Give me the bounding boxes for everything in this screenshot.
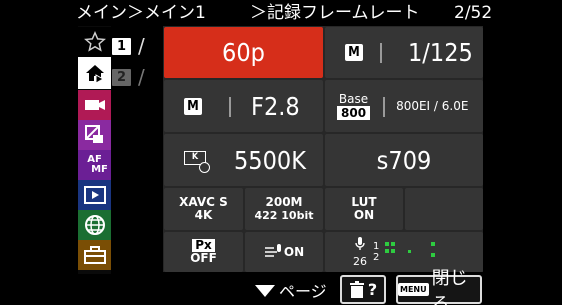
level-meter-dot (408, 250, 411, 253)
wind-filter-cell[interactable]: ON (245, 232, 323, 272)
frame-rate-value: 60p (222, 38, 265, 67)
aperture-value: F2.8 (251, 91, 300, 121)
sub-tab-1-number: 1 (112, 37, 131, 55)
shutter-cell[interactable]: M 1/125 (325, 27, 483, 78)
network-icon[interactable] (78, 210, 111, 240)
base-label: Base (338, 92, 369, 106)
page-label: ページ (279, 282, 327, 301)
page-nav-icon (253, 283, 279, 297)
bitrate-line1: 200M (265, 195, 303, 209)
bitrate-line2: 422 10bit (254, 209, 314, 222)
aperture-mode-badge: M (184, 97, 202, 115)
channel-1-label: 1 (373, 241, 380, 252)
page-counter: 2/52 (454, 3, 493, 23)
divider (229, 97, 231, 117)
white-balance-value: 5500K (234, 145, 306, 175)
slash-icon: / (138, 34, 145, 58)
codec-line2: 4K (194, 208, 213, 222)
channel-2-label: 2 (373, 252, 380, 263)
frame-rate-cell[interactable]: 60p (164, 27, 323, 78)
help-label: ? (367, 280, 378, 299)
level-meter-left (385, 242, 397, 262)
afmf-icon[interactable]: AF MF (78, 150, 111, 180)
codec-cell[interactable]: XAVC S 4K (164, 188, 243, 230)
base-value: 800 (337, 106, 371, 120)
base-iso-cell[interactable]: Base 800 800EI / 6.0E (325, 80, 483, 132)
wind-filter-value: ON (283, 244, 305, 259)
slash-icon: / (138, 65, 145, 89)
delete-help-button[interactable]: ? (340, 275, 386, 304)
star-icon[interactable] (78, 27, 111, 57)
white-balance-cell[interactable]: K 5500K (164, 134, 323, 186)
wb-icon: K (184, 151, 210, 173)
wind-icon (264, 243, 282, 261)
bitrate-cell[interactable]: 200M 422 10bit (245, 188, 323, 230)
movie-icon[interactable] (78, 90, 111, 120)
shutter-speed-value: 1/125 (408, 38, 473, 67)
picture-icon[interactable] (78, 120, 111, 150)
trash-icon (349, 280, 365, 299)
base-badge: Base 800 (337, 92, 371, 120)
base-ei-value: 800EI / 6.0E (396, 99, 469, 113)
play-icon[interactable] (78, 180, 111, 210)
sub-tab-1[interactable]: 1 / (112, 31, 162, 61)
header-bar: メイン＞メイン1 ＞記録フレームレート 2/52 (0, 0, 562, 26)
breadcrumb: メイン＞メイン1 (76, 3, 206, 23)
proxy-value: OFF (190, 251, 217, 265)
picture-profile-cell[interactable]: s709 (325, 134, 483, 186)
toolbox-icon[interactable] (78, 240, 111, 270)
close-label: 閉じる (431, 267, 468, 305)
close-button[interactable]: MENU 閉じる (396, 268, 482, 305)
page-title: ＞記録フレームレート (250, 3, 420, 23)
divider (380, 43, 382, 63)
page-control[interactable]: ページ (253, 278, 327, 302)
picture-profile-value: s709 (376, 145, 432, 175)
empty-cell[interactable] (405, 188, 483, 230)
mic-icon (355, 236, 365, 255)
lut-cell[interactable]: LUT ON (325, 188, 403, 230)
mic-level-value: 26 (353, 255, 367, 268)
divider (383, 97, 385, 117)
sub-tab-2[interactable]: 2 / (112, 62, 162, 92)
menu-badge: MENU (398, 283, 429, 296)
level-meter-right (431, 242, 435, 262)
aperture-cell[interactable]: M F2.8 (164, 80, 323, 132)
proxy-cell[interactable]: Px OFF (164, 232, 243, 272)
shutter-mode-badge: M (345, 44, 363, 61)
home-icon[interactable] (78, 57, 111, 89)
lut-line2: ON (353, 208, 375, 222)
sub-tab-2-number: 2 (112, 68, 131, 86)
